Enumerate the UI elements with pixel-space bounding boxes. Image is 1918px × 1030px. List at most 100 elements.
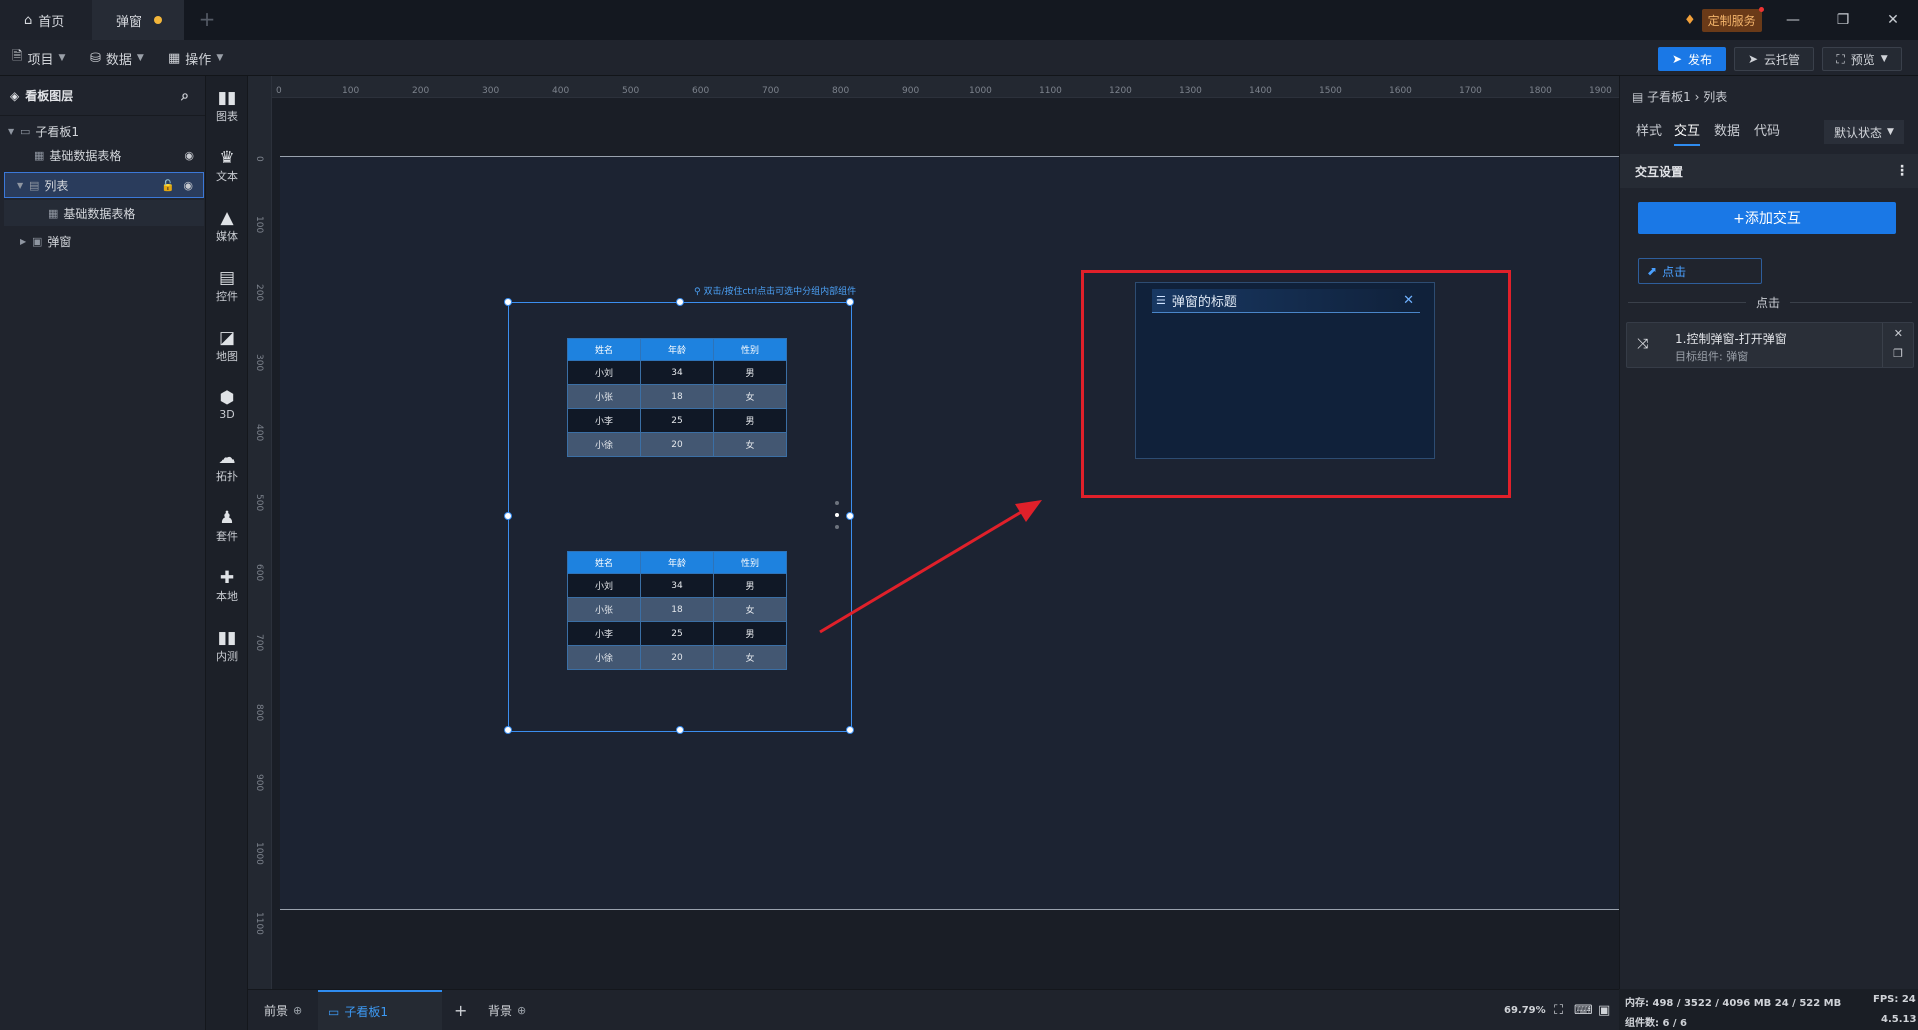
add-tab-button[interactable]: +: [196, 8, 218, 30]
tab-sub-board[interactable]: ▭ 子看板1: [318, 990, 442, 1030]
fit-screen-icon[interactable]: ⛶: [1554, 990, 1563, 1030]
trigger-click-button[interactable]: ⬈ 点击: [1638, 258, 1762, 284]
zoom-level[interactable]: 69.79%: [1504, 990, 1546, 1030]
more-icon[interactable]: ⋮: [1895, 163, 1909, 179]
table-row: 小张 18 女: [567, 597, 787, 622]
section-title: 交互设置: [1635, 164, 1684, 179]
data-table-top[interactable]: 姓名 年龄 性别 小刘 34 男 小张 18 女 小李 25 男 小徐 20 女: [567, 338, 787, 457]
tool-3d[interactable]: ⬢ 3D: [206, 388, 248, 421]
ruler-label: 900: [254, 774, 264, 792]
add-board-button[interactable]: +: [454, 990, 467, 1030]
table-header: 姓名: [567, 338, 641, 361]
table-header: 年龄: [640, 338, 714, 361]
cloud-hosting-button[interactable]: ➤ 云托管: [1734, 47, 1814, 71]
chart-icon: ▮▮: [217, 88, 237, 108]
table-cell: 34: [640, 573, 714, 598]
restore-button[interactable]: ❐: [1830, 8, 1856, 32]
tab-home[interactable]: ⌂ 首页: [0, 0, 92, 40]
search-icon[interactable]: ⌕: [181, 88, 189, 104]
table-cell: 25: [640, 408, 714, 433]
tab-interaction[interactable]: 交互: [1674, 120, 1701, 146]
state-dropdown[interactable]: 默认状态 ▼: [1824, 120, 1904, 144]
resize-handle[interactable]: [504, 512, 512, 520]
terminal-icon[interactable]: ▣: [1598, 990, 1610, 1030]
delete-icon[interactable]: ✕: [1894, 327, 1903, 340]
tool-beta[interactable]: ▮▮ 内测: [206, 628, 248, 664]
add-circle-icon[interactable]: ⊕: [293, 1004, 302, 1017]
layer-basic-table[interactable]: ▦ 基础数据表格 ◉: [4, 142, 204, 168]
tool-widget[interactable]: ▤ 控件: [206, 268, 248, 304]
keyboard-icon[interactable]: ⌨: [1574, 990, 1593, 1030]
menu-operation[interactable]: ▦ 操作 ▼: [168, 40, 223, 76]
table-row: 小张 18 女: [567, 384, 787, 409]
ruler-label: 300: [254, 354, 264, 372]
ruler-label: 1000: [254, 842, 264, 865]
tool-local[interactable]: ✚ 本地: [206, 568, 248, 604]
tool-label: 图表: [216, 110, 238, 123]
table-row: 小李 25 男: [567, 408, 787, 433]
ruler-label: 1000: [969, 86, 992, 96]
publish-label: 发布: [1688, 52, 1713, 67]
publish-button[interactable]: ➤ 发布: [1658, 47, 1726, 71]
tab-popup-label: 弹窗: [116, 14, 143, 30]
add-circle-icon[interactable]: ⊕: [517, 1004, 526, 1017]
resize-handle[interactable]: [846, 726, 854, 734]
resize-handle[interactable]: [504, 726, 512, 734]
minimize-button[interactable]: —: [1780, 8, 1806, 32]
kit-icon: ♟: [219, 508, 235, 528]
tab-foreground[interactable]: 前景 ⊕: [264, 990, 302, 1030]
chevron-down-icon: ▼: [216, 53, 224, 63]
popup-component[interactable]: ☰ 弹窗的标题 ✕: [1135, 282, 1435, 459]
close-button[interactable]: ✕: [1880, 8, 1906, 32]
tool-map[interactable]: ◪ 地图: [206, 328, 248, 364]
layer-list[interactable]: ▼ ▤ 列表 🔓 ◉: [4, 172, 204, 198]
tool-media[interactable]: ▲ 媒体: [206, 208, 248, 244]
ruler-label: 1700: [1459, 86, 1482, 96]
hidden-eye-icon[interactable]: ◉: [184, 149, 194, 162]
tab-data[interactable]: 数据: [1714, 120, 1740, 146]
unlock-icon[interactable]: 🔓: [161, 179, 175, 192]
tool-label: 地图: [216, 350, 238, 363]
close-icon[interactable]: ✕: [1403, 293, 1414, 308]
menu-data[interactable]: ⛁ 数据 ▼: [90, 40, 144, 76]
breadcrumb: ▤ 子看板1 › 列表: [1632, 88, 1727, 105]
tab-background[interactable]: 背景 ⊕: [488, 990, 526, 1030]
tool-kit[interactable]: ♟ 套件: [206, 508, 248, 544]
tab-label: 子看板1: [344, 1005, 388, 1019]
data-table-bottom[interactable]: 姓名 年龄 性别 小刘 34 男 小张 18 女 小李 25 男 小徐 20 女: [567, 551, 787, 670]
table-icon: ▦: [34, 148, 45, 162]
ruler-label: 400: [552, 86, 570, 96]
layer-popup[interactable]: ▶ ▣ 弹窗: [4, 228, 204, 254]
table-header: 性别: [713, 338, 787, 361]
tool-text[interactable]: ♛ 文本: [206, 148, 248, 184]
memory-status: 内存: 498 / 3522 / 4096 MB 24 / 522 MB: [1625, 998, 1842, 1009]
copy-icon[interactable]: ❐: [1893, 347, 1903, 360]
divider-label: 点击: [1746, 294, 1791, 311]
resize-handle[interactable]: [676, 298, 684, 306]
resize-handle[interactable]: [676, 726, 684, 734]
ruler-label: 600: [692, 86, 710, 96]
tab-popup[interactable]: 弹窗: [92, 0, 184, 40]
layers-title: 看板图层: [25, 89, 74, 103]
interaction-action-card[interactable]: ⤨ 1.控制弹窗-打开弹窗 目标组件: 弹窗 ✕ ❐: [1626, 322, 1914, 368]
resize-handle[interactable]: [504, 298, 512, 306]
menu-project[interactable]: 🗎 项目 ▼: [12, 40, 65, 76]
resize-handle[interactable]: [846, 298, 854, 306]
preview-button[interactable]: ⛶ 预览 ▼: [1822, 47, 1902, 71]
gem-icon: ♦: [1684, 12, 1696, 28]
tool-label: 文本: [216, 170, 238, 183]
custom-service-button[interactable]: ♦ 定制服务: [1684, 6, 1764, 32]
layer-sub-board[interactable]: ▼ ▭ 子看板1: [4, 118, 204, 144]
table-cell: 20: [640, 432, 714, 457]
ruler-label: 100: [342, 86, 360, 96]
eye-icon[interactable]: ◉: [183, 179, 193, 192]
layer-basic-table-child[interactable]: ▦ 基础数据表格: [4, 200, 204, 226]
tab-code[interactable]: 代码: [1754, 120, 1780, 146]
tab-style[interactable]: 样式: [1636, 120, 1662, 146]
list-icon: ▤: [29, 178, 40, 192]
tool-topology[interactable]: ☁ 拓扑: [206, 448, 248, 484]
ruler-label: 1400: [1249, 86, 1272, 96]
tool-chart[interactable]: ▮▮ 图表: [206, 88, 248, 124]
add-interaction-button[interactable]: +添加交互: [1638, 202, 1896, 234]
ruler-label: 0: [254, 156, 264, 162]
